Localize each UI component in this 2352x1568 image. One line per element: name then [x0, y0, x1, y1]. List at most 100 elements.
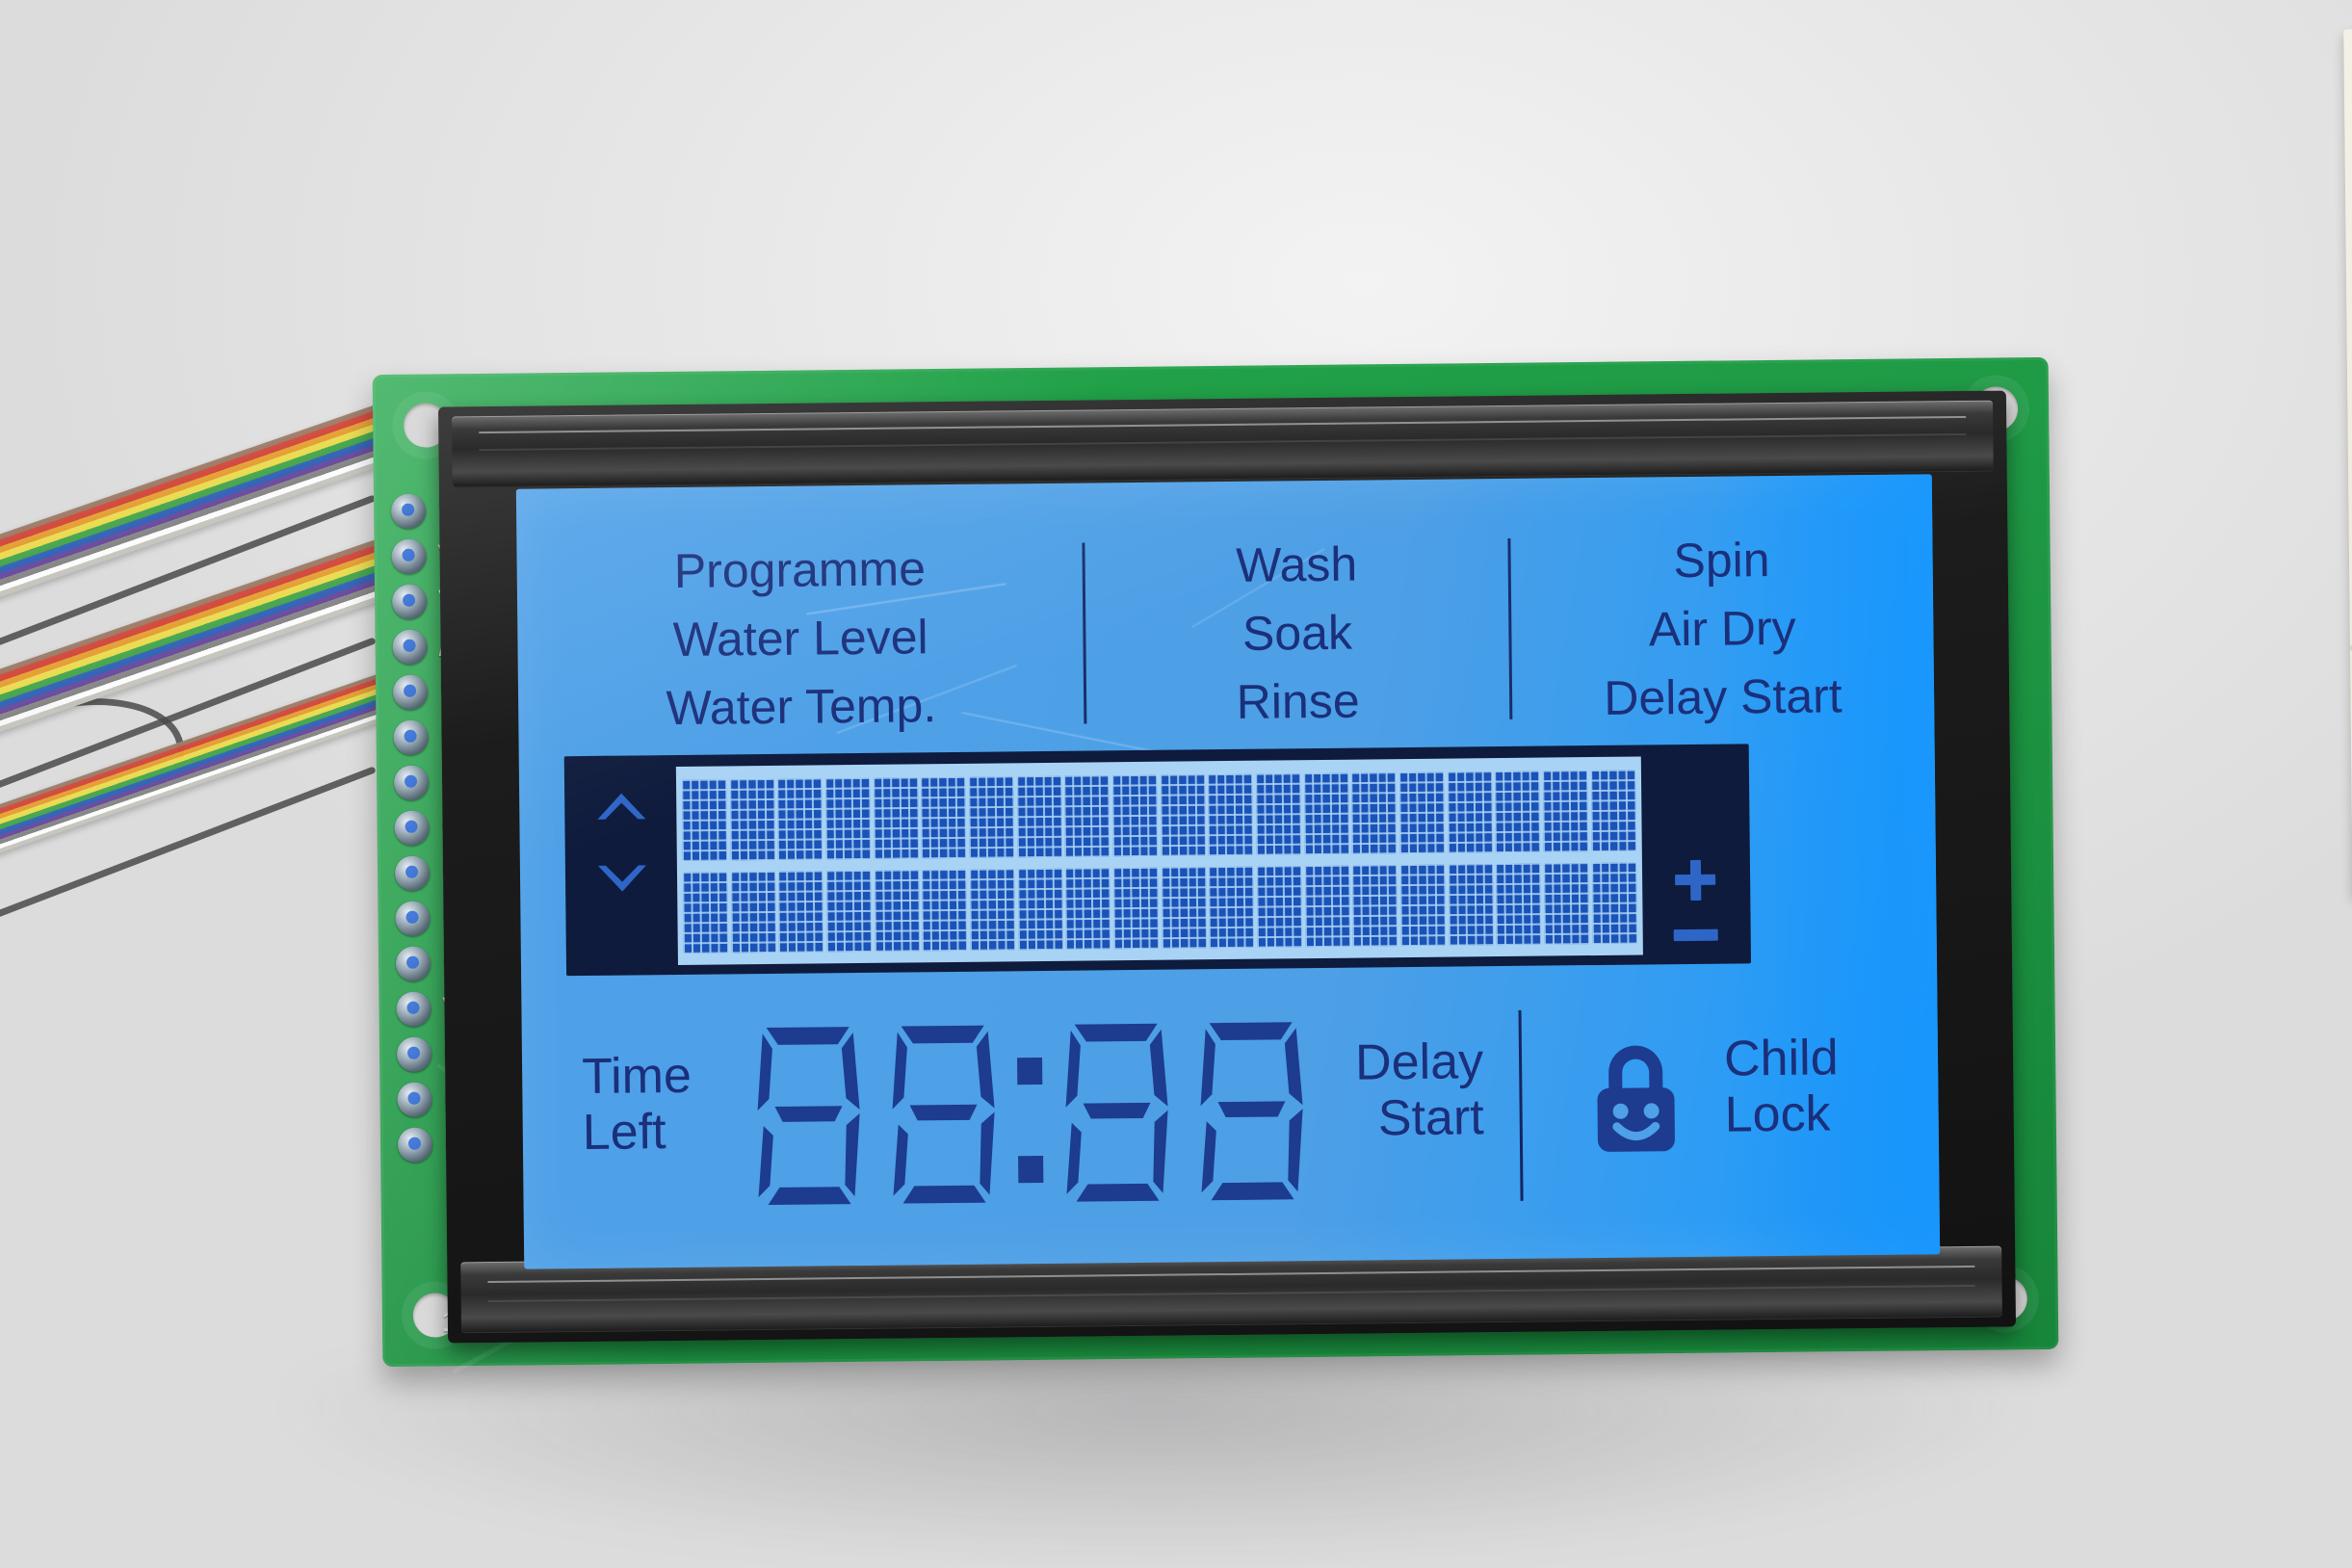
matrix-char-cell [1544, 863, 1589, 945]
dot-matrix-row-1 [681, 770, 1636, 861]
legend-column-wash: Wash Soak Rinse [1085, 535, 1509, 732]
matrix-char-cell [921, 776, 967, 859]
legend-item-water-temp[interactable]: Water Temp. [666, 678, 936, 735]
matrix-char-cell [729, 778, 775, 861]
legend-column-programme: Programme Water Level Water Temp. [516, 539, 1084, 738]
matrix-char-cell [1448, 864, 1494, 946]
scroll-arrows-group[interactable] [593, 790, 650, 895]
solder-pad [396, 1036, 432, 1072]
solder-pad [395, 901, 431, 936]
plus-minus-group[interactable] [1665, 858, 1726, 948]
bezel-highlight-line [479, 432, 1967, 452]
solder-pad [391, 584, 428, 619]
bezel-highlight-line [487, 1265, 1975, 1284]
matrix-char-cell [1591, 862, 1637, 945]
matrix-char-cell [873, 777, 919, 859]
dot-matrix-character-area [675, 756, 1643, 965]
legend-item-delay-start[interactable]: Delay Start [1604, 668, 1842, 725]
clock-colon-separator [1017, 1058, 1044, 1184]
matrix-char-cell [1496, 863, 1542, 946]
solder-pad [393, 719, 429, 755]
matrix-char-cell [778, 871, 824, 953]
matrix-char-cell [1304, 865, 1350, 948]
matrix-char-cell [1351, 772, 1398, 854]
solder-pad [397, 1082, 432, 1117]
matrix-char-cell [1209, 866, 1255, 949]
legend-item-spin[interactable]: Spin [1673, 533, 1770, 588]
seven-segment-clock [749, 1016, 1303, 1215]
bezel-highlight-line [479, 415, 1967, 434]
legend-item-air-dry[interactable]: Air Dry [1649, 601, 1796, 657]
solder-pad [392, 674, 429, 710]
matrix-char-cell [1065, 868, 1111, 950]
chevron-down-icon[interactable] [594, 863, 650, 895]
lcd-screen: Programme Water Level Water Temp. Wash S… [515, 474, 1941, 1269]
matrix-char-cell [1111, 774, 1158, 857]
legend-item-water-level[interactable]: Water Level [672, 610, 928, 666]
matrix-char-cell [1399, 771, 1445, 854]
solder-pad [397, 1127, 433, 1163]
chevron-up-icon[interactable] [593, 790, 649, 822]
matrix-char-cell [1543, 771, 1588, 852]
matrix-char-cell [1160, 774, 1206, 856]
plus-icon[interactable] [1673, 858, 1717, 902]
legend-item-programme[interactable]: Programme [673, 541, 926, 598]
seven-segment-digit [1058, 1018, 1177, 1212]
matrix-char-cell [681, 779, 727, 861]
minus-icon[interactable] [1673, 928, 1718, 943]
solder-pad [396, 991, 431, 1027]
matrix-char-cell [825, 870, 872, 953]
solder-pad [393, 765, 430, 800]
solder-pad [394, 855, 431, 891]
matrix-char-cell [874, 870, 920, 952]
legend-column-spin: Spin Air Dry Delay Start [1510, 530, 1934, 727]
status-bar-divider [1518, 1009, 1524, 1201]
padlock-smiley-icon[interactable] [1589, 1037, 1683, 1158]
matrix-char-cell [969, 869, 1015, 951]
child-lock-line2: Lock [1724, 1085, 1831, 1143]
matrix-char-cell [1016, 775, 1062, 858]
matrix-char-cell [1017, 868, 1063, 951]
matrix-char-cell [1064, 775, 1111, 857]
matrix-char-cell [777, 778, 823, 860]
matrix-char-cell [1400, 864, 1446, 947]
solder-pad [391, 538, 427, 574]
legend-item-wash[interactable]: Wash [1236, 537, 1358, 592]
matrix-char-cell [1208, 773, 1254, 856]
matrix-char-cell [1161, 867, 1207, 949]
solder-pad [394, 810, 430, 846]
matrix-char-cell [1495, 771, 1541, 853]
seven-segment-digit [884, 1019, 1004, 1213]
solder-pad [395, 946, 431, 981]
matrix-char-cell [968, 776, 1014, 858]
bezel-top-strip [452, 400, 1994, 488]
time-left-line1: Time [581, 1047, 693, 1106]
module-drop-shadow [289, 1368, 2023, 1560]
matrix-char-cell [1447, 771, 1493, 853]
legend-item-soak[interactable]: Soak [1242, 606, 1353, 661]
matrix-char-cell [824, 777, 871, 860]
matrix-char-cell [1113, 867, 1159, 950]
delay-start-label: Delay Start [1339, 1033, 1484, 1147]
status-bar: Time Left Delay Start Child Lock [522, 1000, 1940, 1236]
legend-item-rinse[interactable]: Rinse [1236, 674, 1359, 729]
seven-segment-digit [1192, 1016, 1312, 1210]
solder-pad [392, 629, 428, 665]
child-lock-label: Child Lock [1724, 1030, 1840, 1143]
matrix-char-cell [1590, 770, 1636, 852]
delay-start-line1: Delay [1354, 1033, 1484, 1091]
matrix-char-cell [730, 871, 776, 954]
matrix-char-cell [1256, 773, 1301, 855]
time-left-label: Time Left [582, 1048, 693, 1162]
matrix-char-cell [922, 869, 968, 952]
matrix-char-cell [682, 872, 728, 954]
time-left-line2: Left [582, 1104, 666, 1162]
child-lock-line1: Child [1723, 1030, 1839, 1087]
matrix-char-cell [1303, 772, 1349, 855]
seven-segment-digit [749, 1021, 869, 1215]
matrix-char-cell [1257, 866, 1302, 948]
delay-start-line2: Start [1377, 1089, 1484, 1147]
solder-pad [390, 493, 427, 529]
dot-matrix-row-2 [682, 862, 1637, 954]
bezel-highlight-line [487, 1284, 1975, 1303]
